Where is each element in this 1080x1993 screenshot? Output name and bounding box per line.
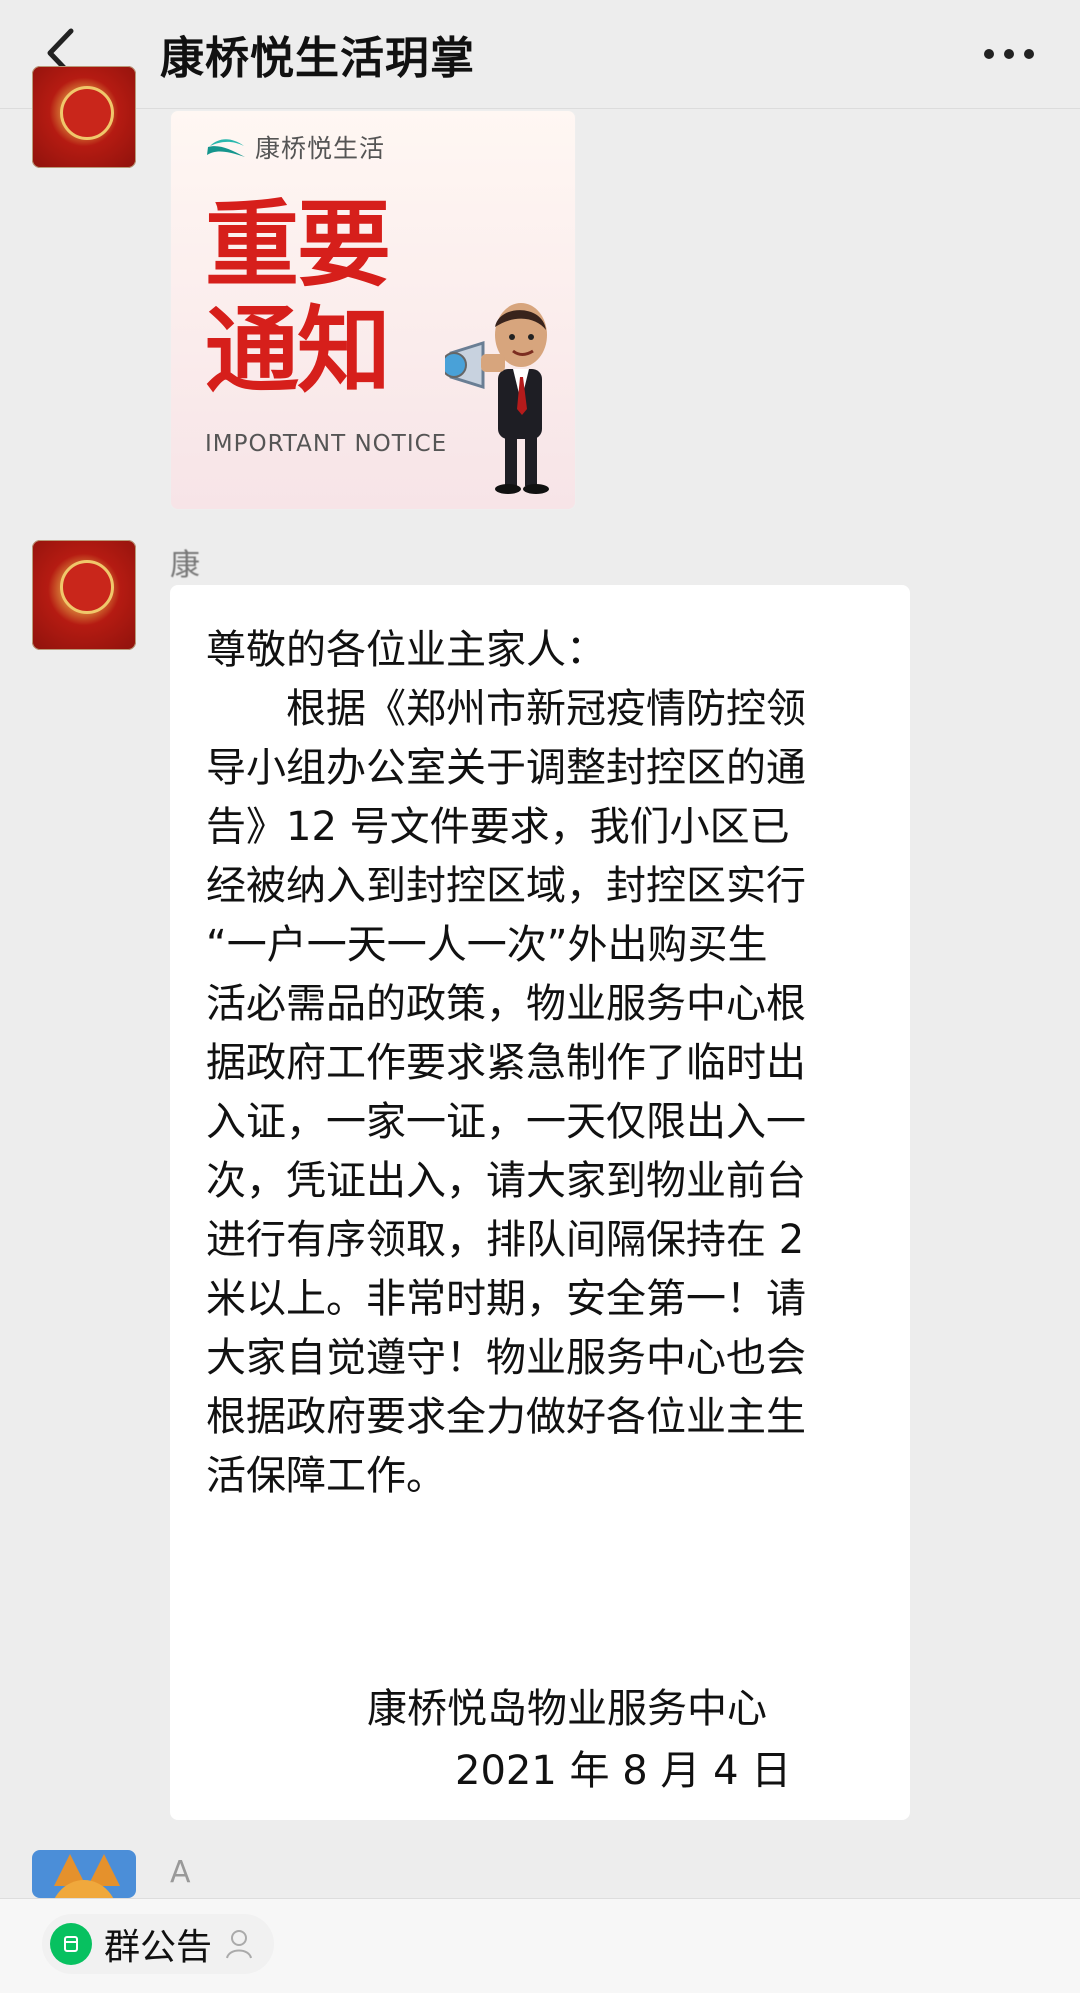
- notice-image-message[interactable]: 康桥悦生活 重要 通知 IMPORTANT NOTICE: [170, 110, 576, 510]
- announcement-icon: [50, 1923, 92, 1965]
- more-dots-icon: [1024, 49, 1034, 59]
- logo-ornament: [60, 86, 114, 140]
- sender-name: A: [170, 1855, 191, 1890]
- message-line: 入证，一家一证，一天仅限出入一: [206, 1099, 806, 1145]
- message-line: 活必需品的政策，物业服务中心根: [206, 981, 806, 1027]
- message-line: 根据《郑州市新冠疫情防控领: [206, 686, 806, 732]
- more-dots-icon: [984, 49, 994, 59]
- speaker-with-megaphone-icon: [445, 303, 549, 494]
- signature-date: 2021 年 8 月 4 日: [455, 1748, 792, 1794]
- message-line: 导小组办公室关于调整封控区的通: [206, 745, 806, 791]
- announcement-label: 群公告: [104, 1927, 213, 1968]
- sender-avatar[interactable]: [32, 540, 136, 650]
- logo-ornament: [60, 560, 114, 614]
- message-line: “一户一天一人一次”外出购买生: [206, 922, 768, 968]
- top-navigation-bar: 康桥悦生活玥掌: [0, 0, 1080, 109]
- signature-organization: 康桥悦岛物业服务中心: [367, 1686, 767, 1732]
- message-line: 据政府工作要求紧急制作了临时出: [206, 1040, 806, 1086]
- message-line: 根据政府要求全力做好各位业主生: [206, 1394, 806, 1440]
- person-icon: [226, 1930, 252, 1959]
- message-line: 次，凭证出入，请大家到物业前台: [206, 1158, 806, 1204]
- notice-subheadline: IMPORTANT NOTICE: [205, 431, 448, 457]
- message-line: 尊敬的各位业主家人：: [206, 627, 606, 673]
- notice-headline-text: 重要 通知: [205, 191, 391, 406]
- brand-name: 康桥悦生活: [255, 134, 386, 163]
- group-announcement-button[interactable]: 群公告: [42, 1914, 275, 1974]
- more-dots-icon: [1004, 49, 1014, 59]
- message-line: 大家自觉遵守！物业服务中心也会: [206, 1335, 806, 1381]
- message-line: 告》12 号文件要求，我们小区已: [206, 804, 790, 850]
- sender-avatar[interactable]: [32, 1850, 136, 1898]
- brand-logo-icon: [207, 139, 245, 157]
- message-line: 进行有序领取，排队间隔保持在 2: [206, 1217, 805, 1263]
- chat-title: 康桥悦生活玥掌: [160, 33, 475, 84]
- more-options-button[interactable]: [974, 24, 1044, 84]
- sender-avatar[interactable]: [32, 66, 136, 168]
- message-line: 米以上。非常时期，安全第一！请: [206, 1276, 806, 1322]
- message-bubble[interactable]: 尊敬的各位业主家人： 根据《郑州市新冠疫情防控领 导小组办公室关于调整封控区的通…: [170, 585, 910, 1820]
- message-text: 尊敬的各位业主家人： 根据《郑州市新冠疫情防控领 导小组办公室关于调整封控区的通…: [206, 621, 884, 1506]
- bottom-announcement-bar: 群公告: [0, 1898, 1080, 1993]
- message-line: 活保障工作。: [206, 1453, 446, 1499]
- message-line: 经被纳入到封控区域，封控区实行: [206, 863, 806, 909]
- sender-name: 康: [170, 548, 200, 583]
- notice-headline: 重要 通知: [205, 193, 435, 405]
- brand-header: 康桥悦生活: [205, 129, 385, 165]
